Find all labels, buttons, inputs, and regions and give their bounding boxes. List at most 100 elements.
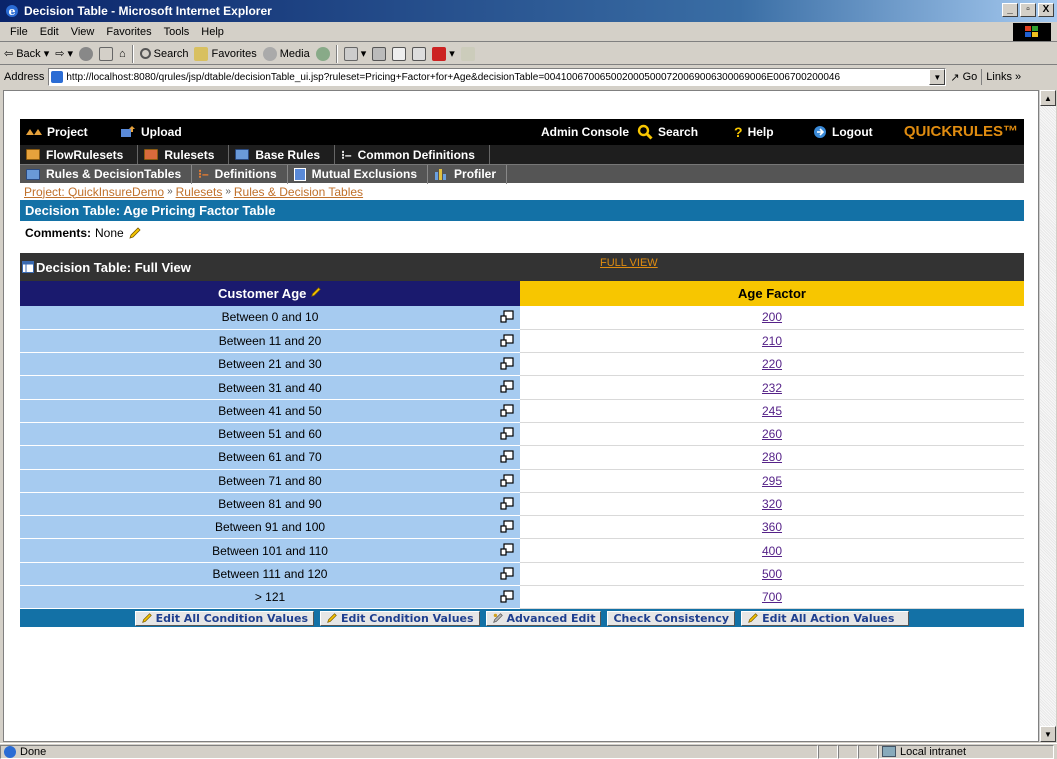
action-value-link[interactable]: 700 [762, 590, 782, 604]
action-value-link[interactable]: 320 [762, 497, 782, 511]
edit-all-action-values-button[interactable]: Edit All Action Values [741, 610, 910, 626]
pencil-icon[interactable] [128, 226, 142, 240]
go-button[interactable]: ↗ Go [950, 71, 977, 84]
edit-button[interactable] [392, 46, 407, 61]
action-value-link[interactable]: 232 [762, 381, 782, 395]
edit-cell-icon[interactable] [500, 450, 514, 464]
edit-cell-icon[interactable] [500, 334, 514, 348]
nav-definitions[interactable]: ⁝– Definitions [192, 164, 288, 184]
table-row: Between 0 and 10 200 [20, 306, 1024, 330]
action-value-link[interactable]: 295 [762, 474, 782, 488]
upload-link[interactable]: Upload [120, 125, 182, 139]
address-dropdown-icon[interactable]: ▼ [929, 69, 946, 85]
edit-cell-icon[interactable] [500, 380, 514, 394]
fullview-link[interactable]: FULL VIEW [600, 257, 658, 269]
scroll-down-icon[interactable]: ▼ [1040, 726, 1056, 742]
folder-icon [26, 149, 40, 160]
address-input[interactable]: http://localhost:8080/qrules/jsp/dtable/… [48, 68, 947, 86]
edit-all-condition-values-button[interactable]: Edit All Condition Values [134, 610, 314, 626]
favorites-button[interactable]: Favorites [194, 46, 257, 61]
nav-rulesets-label: Rulesets [164, 147, 215, 162]
research-button[interactable] [460, 46, 475, 61]
edit-cell-icon[interactable] [500, 497, 514, 511]
advanced-edit-button[interactable]: Advanced Edit [485, 610, 602, 626]
nav-common-definitions[interactable]: ⁝– Common Definitions [335, 145, 490, 164]
edit-cell-icon[interactable] [500, 310, 514, 324]
breadcrumb-project[interactable]: Project: QuickInsureDemo [24, 185, 164, 199]
back-label: Back [16, 47, 41, 60]
vertical-scrollbar[interactable]: ▲ ▼ [1039, 90, 1056, 742]
history-button[interactable] [315, 46, 330, 61]
edit-cell-icon[interactable] [500, 427, 514, 441]
nav-rules-decisiontables[interactable]: Rules & DecisionTables [20, 164, 193, 184]
menu-tools[interactable]: Tools [158, 26, 196, 38]
messenger-button[interactable]: ▾ [432, 46, 455, 61]
edit-cell-icon[interactable] [500, 590, 514, 604]
edit-cell-icon[interactable] [500, 357, 514, 371]
menu-view[interactable]: View [65, 26, 101, 38]
action-value-link[interactable]: 210 [762, 334, 782, 348]
search-button[interactable]: Search [139, 48, 188, 60]
close-button[interactable]: X [1038, 3, 1054, 17]
edit-cell-icon[interactable] [500, 404, 514, 418]
nav-rulesets[interactable]: Rulesets [138, 145, 230, 164]
edit-cell-icon[interactable] [500, 567, 514, 581]
action-value-link[interactable]: 245 [762, 404, 782, 418]
forward-button[interactable]: ⇨ ▾ [55, 47, 73, 60]
menu-file[interactable]: File [4, 26, 34, 38]
breadcrumb-rules[interactable]: Rules & Decision Tables [234, 185, 363, 199]
media-button[interactable]: Media [262, 46, 310, 61]
nav-flowrulesets[interactable]: FlowRulesets [20, 145, 139, 164]
mail-button[interactable]: ▾ [343, 46, 366, 61]
menu-favorites[interactable]: Favorites [100, 26, 157, 38]
breadcrumb: Project: QuickInsureDemo » Rulesets » Ru… [20, 183, 1024, 200]
home-button[interactable]: ⌂ [119, 48, 126, 60]
breadcrumb-rulesets[interactable]: Rulesets [176, 185, 223, 199]
action-cell: 295 [520, 469, 1024, 493]
project-link[interactable]: Project [26, 125, 88, 139]
breadcrumb-sep: » [225, 186, 231, 197]
links-button[interactable]: Links» [986, 71, 1021, 83]
scroll-up-icon[interactable]: ▲ [1040, 90, 1056, 106]
nav-profiler[interactable]: Profiler [428, 164, 508, 184]
menu-edit[interactable]: Edit [34, 26, 65, 38]
nav-definitions-label: Definitions [214, 167, 277, 181]
action-value-link[interactable]: 280 [762, 450, 782, 464]
title-bar: e Decision Table - Microsoft Internet Ex… [0, 0, 1057, 22]
action-value-link[interactable]: 260 [762, 427, 782, 441]
status-cell-empty [818, 744, 838, 759]
minimize-button[interactable]: _ [1002, 3, 1018, 17]
menu-help[interactable]: Help [195, 26, 230, 38]
admin-console-label: Admin Console [541, 125, 630, 139]
edit-cell-icon[interactable] [500, 473, 514, 488]
maximize-button[interactable]: ▫ [1020, 3, 1036, 17]
action-value-link[interactable]: 400 [762, 544, 782, 558]
action-value-link[interactable]: 200 [762, 310, 782, 324]
refresh-button[interactable] [98, 46, 113, 61]
action-value-link[interactable]: 360 [762, 520, 782, 534]
help-link[interactable]: ? Help [734, 124, 774, 140]
logout-link[interactable]: Logout [813, 125, 873, 139]
action-value-link[interactable]: 500 [762, 567, 782, 581]
action-cell: 400 [520, 538, 1024, 563]
chevron-right-icon: » [1014, 71, 1022, 83]
condition-cell: Between 101 and 110 [20, 538, 520, 563]
edit-condition-values-button[interactable]: Edit Condition Values [320, 610, 480, 626]
back-button[interactable]: ⇦ Back ▾ [4, 47, 49, 61]
pencil-icon[interactable] [310, 286, 322, 298]
edit-cell-icon[interactable] [500, 520, 514, 534]
nav-mutual-exclusions[interactable]: Mutual Exclusions [288, 164, 429, 184]
search-link[interactable]: Search [637, 124, 698, 140]
condition-cell: Between 81 and 90 [20, 492, 520, 517]
check-consistency-button[interactable]: Check Consistency [607, 610, 736, 626]
admin-console-link[interactable]: Admin Console [541, 125, 629, 139]
edit-cell-icon[interactable] [500, 543, 514, 557]
stop-button[interactable] [78, 46, 93, 61]
action-cell: 320 [520, 492, 1024, 517]
forward-arrow-icon: ⇨ [55, 48, 65, 60]
print-button[interactable] [372, 46, 387, 61]
nav-base-rules[interactable]: Base Rules [229, 145, 336, 164]
discuss-button[interactable] [412, 46, 427, 61]
action-value-link[interactable]: 220 [762, 357, 782, 371]
action-cell: 360 [520, 515, 1024, 540]
